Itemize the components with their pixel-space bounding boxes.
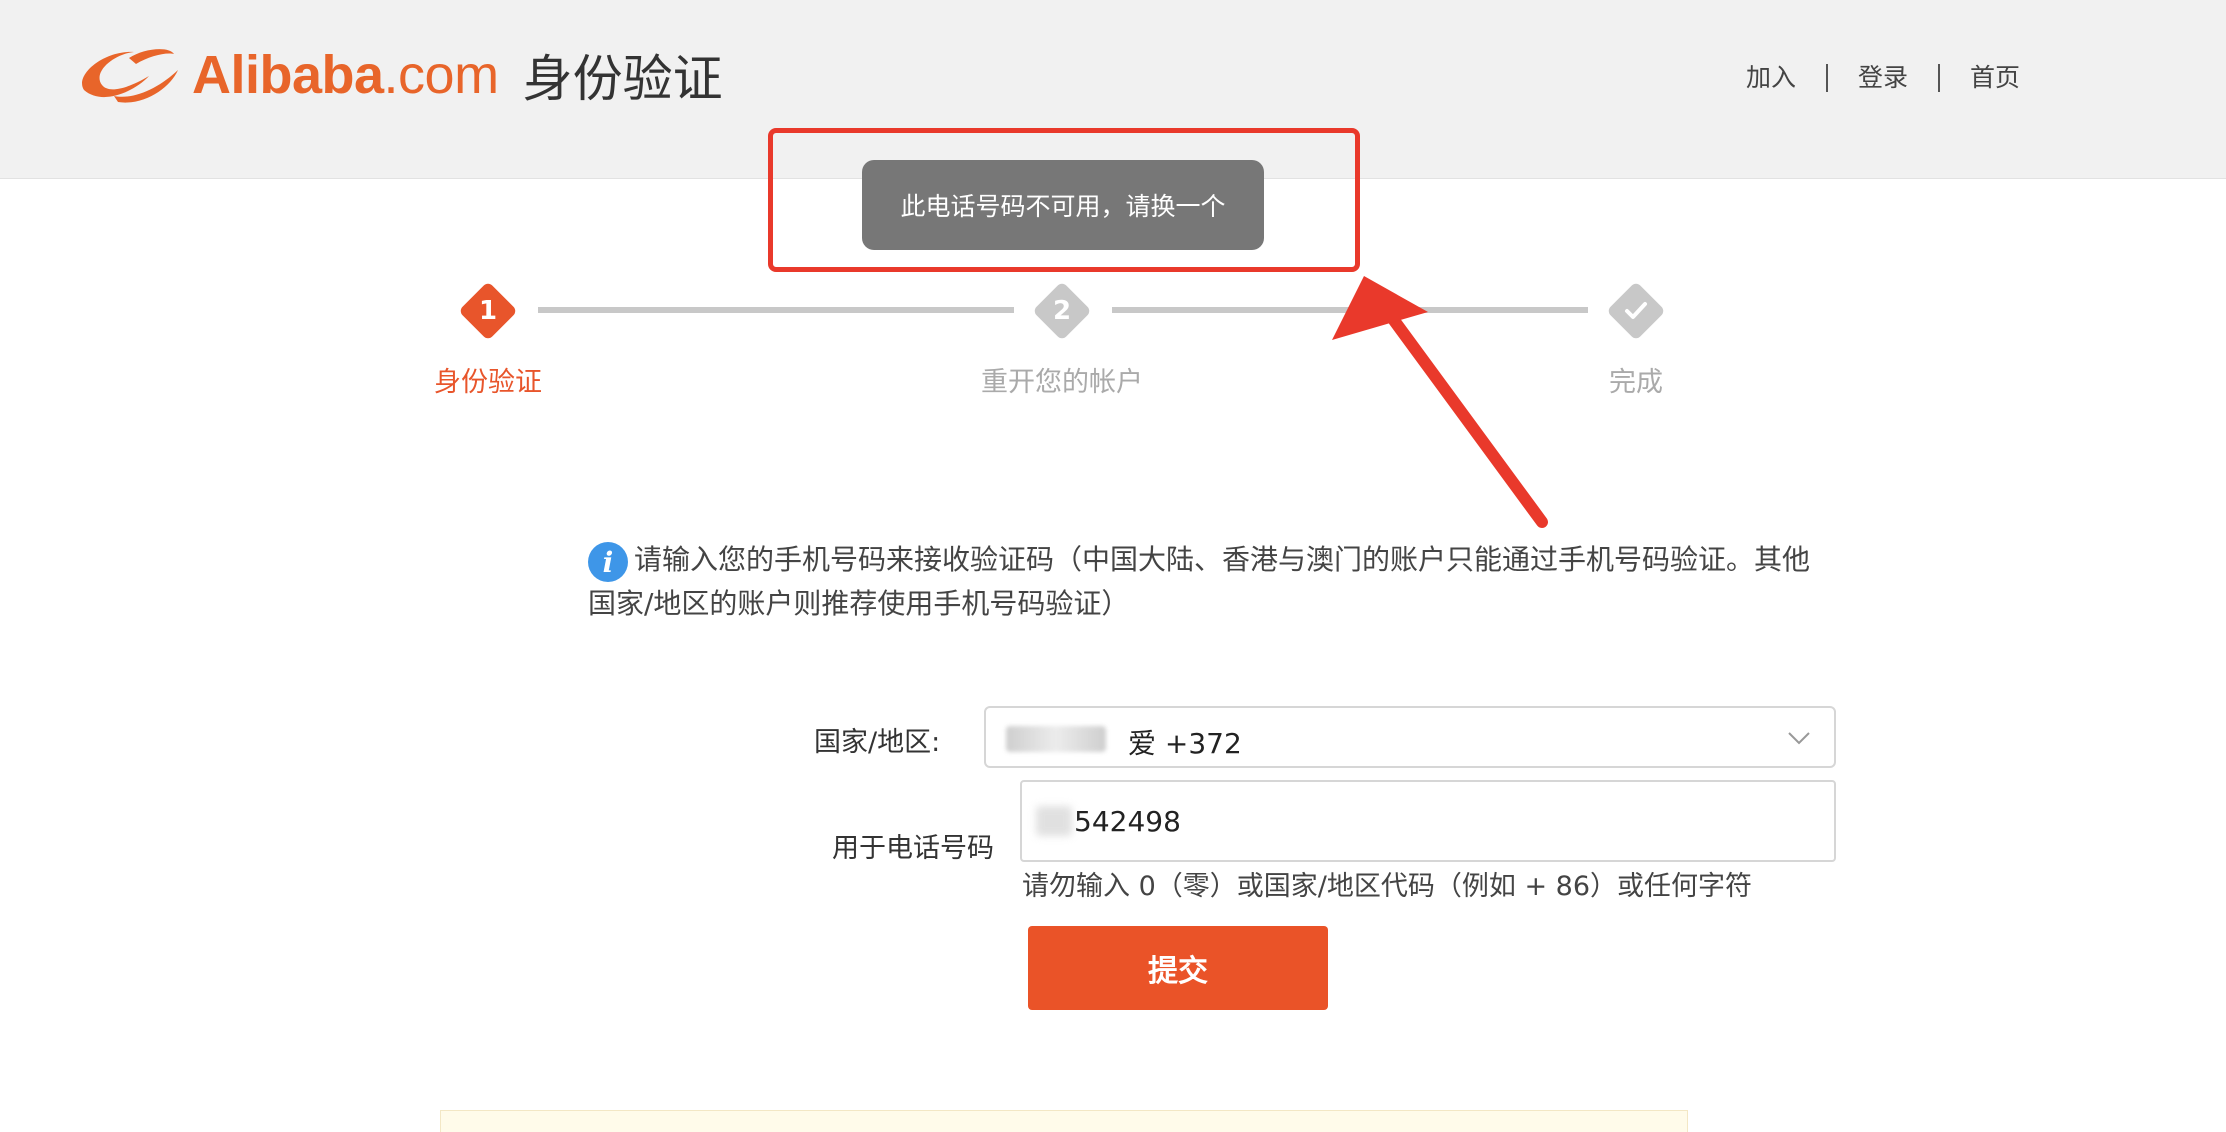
nav-join-link[interactable]: 加入 [1716,58,1826,98]
top-nav: 加入 登录 首页 [1716,58,2050,98]
check-icon [1615,290,1657,332]
step-marker: 2 [1032,281,1092,341]
step-marker [1606,281,1666,341]
info-message: i 请输入您的手机号码来接收验证码（中国大陆、香港与澳门的账户只能通过手机号码验… [588,538,1828,626]
progress-stepper: 1 身份验证 2 重开您的帐户 完成 [0,270,2226,398]
annotation-arrow-icon [1332,276,1548,528]
nav-login-link[interactable]: 登录 [1828,58,1938,98]
annotation-highlight-box [768,128,1360,272]
alibaba-logo[interactable]: Alibaba.com 身份验证 [74,40,723,110]
step-label: 身份验证 [434,367,542,398]
brand-name: Alibaba.com [192,44,499,106]
brand-suffix: .com [383,45,500,105]
country-value: 爱 +372 [1128,727,1242,760]
phone-input[interactable] [1020,780,1836,862]
step-number: 2 [1052,296,1072,326]
submit-button[interactable]: 提交 [1028,926,1328,1010]
phone-hint: 请勿输入 0（零）或国家/地区代码（例如 + 86）或任何字符 [1022,871,1753,902]
country-label: 国家/地区: [814,727,941,758]
step-marker: 1 [458,281,518,341]
brand-text: Alibaba [192,45,384,105]
step-connector [538,307,1014,313]
info-icon: i [588,542,628,582]
step-number: 1 [478,296,498,326]
redacted-phone-prefix [1036,806,1072,836]
page-title: 身份验证 [522,50,723,108]
country-select[interactable]: 爱 +372 [984,706,1836,768]
info-text: 请输入您的手机号码来接收验证码（中国大陆、香港与澳门的账户只能通过手机号码验证。… [588,543,1811,620]
redacted-country-name [1006,726,1106,752]
notice-panel [440,1110,1688,1132]
chevron-down-icon [1788,732,1810,745]
alibaba-logo-icon [82,49,178,103]
nav-home-link[interactable]: 首页 [1940,58,2050,98]
step-identity: 1 身份验证 [388,270,588,399]
phone-label: 用于电话号码 [832,833,994,864]
step-reopen-account: 2 重开您的帐户 [962,270,1162,399]
verification-page: Alibaba.com 身份验证 加入 登录 首页 1 身份验证 2 重开您的帐… [0,0,2226,1132]
step-label: 重开您的帐户 [981,367,1143,398]
